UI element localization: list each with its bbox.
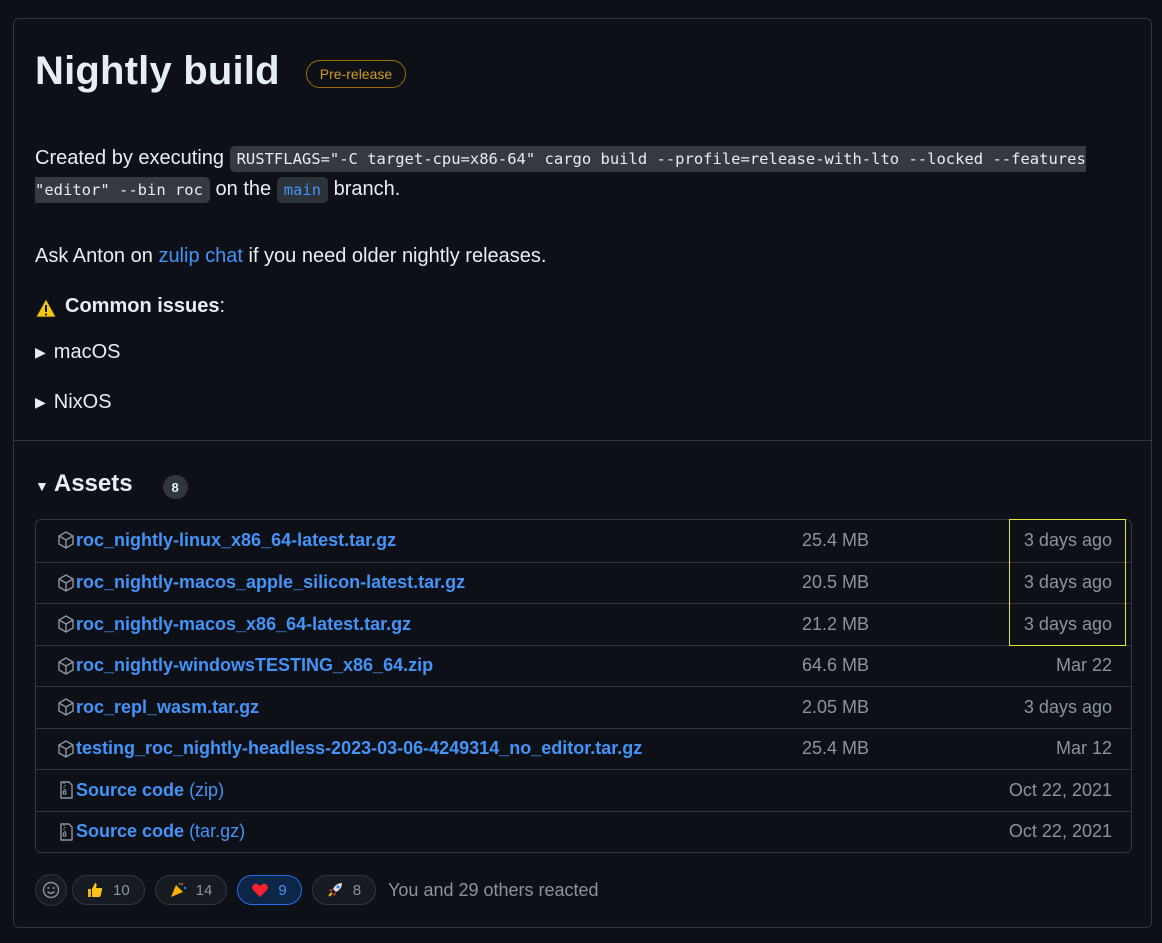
- asset-date: 3 days ago: [1023, 613, 1112, 634]
- release-description: Created by executing RUSTFLAGS="-C targe…: [35, 143, 1115, 205]
- asset-size: 64.6 MB: [801, 655, 869, 676]
- asset-size: 25.4 MB: [801, 738, 869, 759]
- file-zip-icon: [60, 781, 73, 799]
- asset-date: 3 days ago: [1023, 696, 1112, 717]
- reaction-count: 10: [113, 881, 130, 899]
- triangle-right-icon: ▶: [35, 344, 46, 360]
- asset-date: Oct 22, 2021: [1008, 779, 1112, 800]
- asset-link[interactable]: roc_nightly-macos_apple_silicon-latest.t…: [76, 572, 465, 593]
- asset-name: Source code: [76, 779, 185, 800]
- assets-list: roc_nightly-linux_x86_64-latest.tar.gz 2…: [35, 519, 1132, 853]
- zulip-chat-link[interactable]: zulip chat: [158, 245, 243, 267]
- asset-date: Mar 22: [1055, 655, 1112, 676]
- asset-link[interactable]: testing_roc_nightly-headless-2023-03-06-…: [76, 738, 642, 759]
- asset-link[interactable]: roc_nightly-macos_x86_64-latest.tar.gz: [76, 614, 411, 635]
- reactions-bar: 10 14 9 8 You and 29 others reacted: [35, 874, 599, 906]
- asset-link[interactable]: roc_nightly-windowsTESTING_x86_64.zip: [76, 655, 433, 676]
- asset-date: 3 days ago: [1023, 572, 1112, 593]
- package-icon: [58, 698, 74, 716]
- reaction-rocket[interactable]: 8: [311, 875, 377, 905]
- asset-link[interactable]: roc_repl_wasm.tar.gz: [76, 697, 259, 718]
- assets-count-badge: 8: [162, 475, 188, 499]
- asset-size: 25.4 MB: [801, 530, 869, 551]
- package-icon: [58, 531, 74, 549]
- details-label: macOS: [53, 341, 121, 363]
- details-label: NixOS: [53, 391, 112, 413]
- asset-date: 3 days ago: [1023, 530, 1112, 551]
- triangle-down-icon: ▼: [35, 477, 49, 494]
- add-reaction-button[interactable]: [35, 874, 67, 906]
- asset-format: (tar.gz): [189, 821, 246, 842]
- note-text: if you need older nightly releases.: [248, 245, 547, 267]
- release-card: Nightly build Pre-release Created by exe…: [13, 18, 1152, 928]
- asset-size: 2.05 MB: [801, 696, 869, 717]
- rocket-icon: [328, 883, 342, 897]
- colon: :: [219, 295, 226, 317]
- package-icon: [58, 573, 74, 592]
- assets-toggle[interactable]: ▼ Assets 8: [35, 469, 188, 499]
- asset-size: 20.5 MB: [801, 572, 869, 593]
- asset-row: testing_roc_nightly-headless-2023-03-06-…: [36, 727, 1131, 770]
- asset-name: Source code: [76, 821, 185, 842]
- source-code-zip-link[interactable]: Source code (zip): [76, 780, 224, 801]
- release-title[interactable]: Nightly build: [35, 49, 280, 94]
- package-icon: [58, 656, 74, 675]
- asset-row: roc_repl_wasm.tar.gz 2.05 MB 3 days ago: [36, 686, 1131, 728]
- release-header: Nightly build Pre-release: [35, 49, 407, 94]
- note-text: Ask Anton on: [35, 245, 153, 267]
- reaction-count: 14: [195, 881, 213, 899]
- triangle-right-icon: ▶: [35, 394, 46, 410]
- older-releases-note: Ask Anton on zulip chat if you need olde…: [35, 241, 546, 271]
- reaction-thumbs-up[interactable]: 10: [72, 875, 145, 905]
- pre-release-badge: Pre-release: [305, 59, 407, 88]
- reaction-count: 9: [278, 881, 287, 899]
- reaction-party[interactable]: 14: [154, 875, 228, 905]
- details-nixos[interactable]: ▶ NixOS: [35, 391, 112, 414]
- reaction-heart[interactable]: 9: [237, 875, 302, 905]
- smiley-icon: [42, 881, 60, 899]
- thumbs-up-icon: [88, 883, 103, 897]
- reaction-count: 8: [352, 881, 362, 899]
- section-divider: [14, 440, 1151, 441]
- asset-size: 21.2 MB: [801, 613, 869, 634]
- description-text: Created by executing: [35, 147, 225, 169]
- warning-icon: [35, 298, 57, 318]
- asset-row: roc_nightly-windowsTESTING_x86_64.zip 64…: [36, 644, 1131, 687]
- asset-link[interactable]: roc_nightly-linux_x86_64-latest.tar.gz: [76, 530, 396, 551]
- asset-date: Mar 12: [1055, 738, 1112, 759]
- asset-date: Oct 22, 2021: [1008, 821, 1112, 842]
- party-popper-icon: [170, 882, 186, 897]
- reactions-summary: You and 29 others reacted: [388, 879, 599, 900]
- common-issues-label: Common issues: [65, 295, 220, 317]
- package-icon: [58, 615, 74, 633]
- asset-row: roc_nightly-linux_x86_64-latest.tar.gz 2…: [36, 520, 1131, 562]
- description-text: branch.: [333, 178, 401, 200]
- heart-icon: [252, 883, 269, 897]
- description-text: on the: [215, 178, 272, 200]
- asset-format: (zip): [189, 779, 225, 800]
- common-issues-heading: Common issues:: [35, 291, 225, 321]
- file-zip-icon: [60, 822, 73, 841]
- asset-row: Source code (tar.gz) Oct 22, 2021: [36, 810, 1131, 853]
- branch-link[interactable]: main: [276, 177, 329, 203]
- asset-row: roc_nightly-macos_x86_64-latest.tar.gz 2…: [36, 603, 1131, 645]
- details-macos[interactable]: ▶ macOS: [35, 341, 120, 364]
- asset-row: Source code (zip) Oct 22, 2021: [36, 769, 1131, 811]
- assets-heading: Assets: [53, 470, 133, 497]
- package-icon: [58, 739, 74, 758]
- source-code-targz-link[interactable]: Source code (tar.gz): [76, 821, 245, 842]
- asset-row: roc_nightly-macos_apple_silicon-latest.t…: [36, 561, 1131, 604]
